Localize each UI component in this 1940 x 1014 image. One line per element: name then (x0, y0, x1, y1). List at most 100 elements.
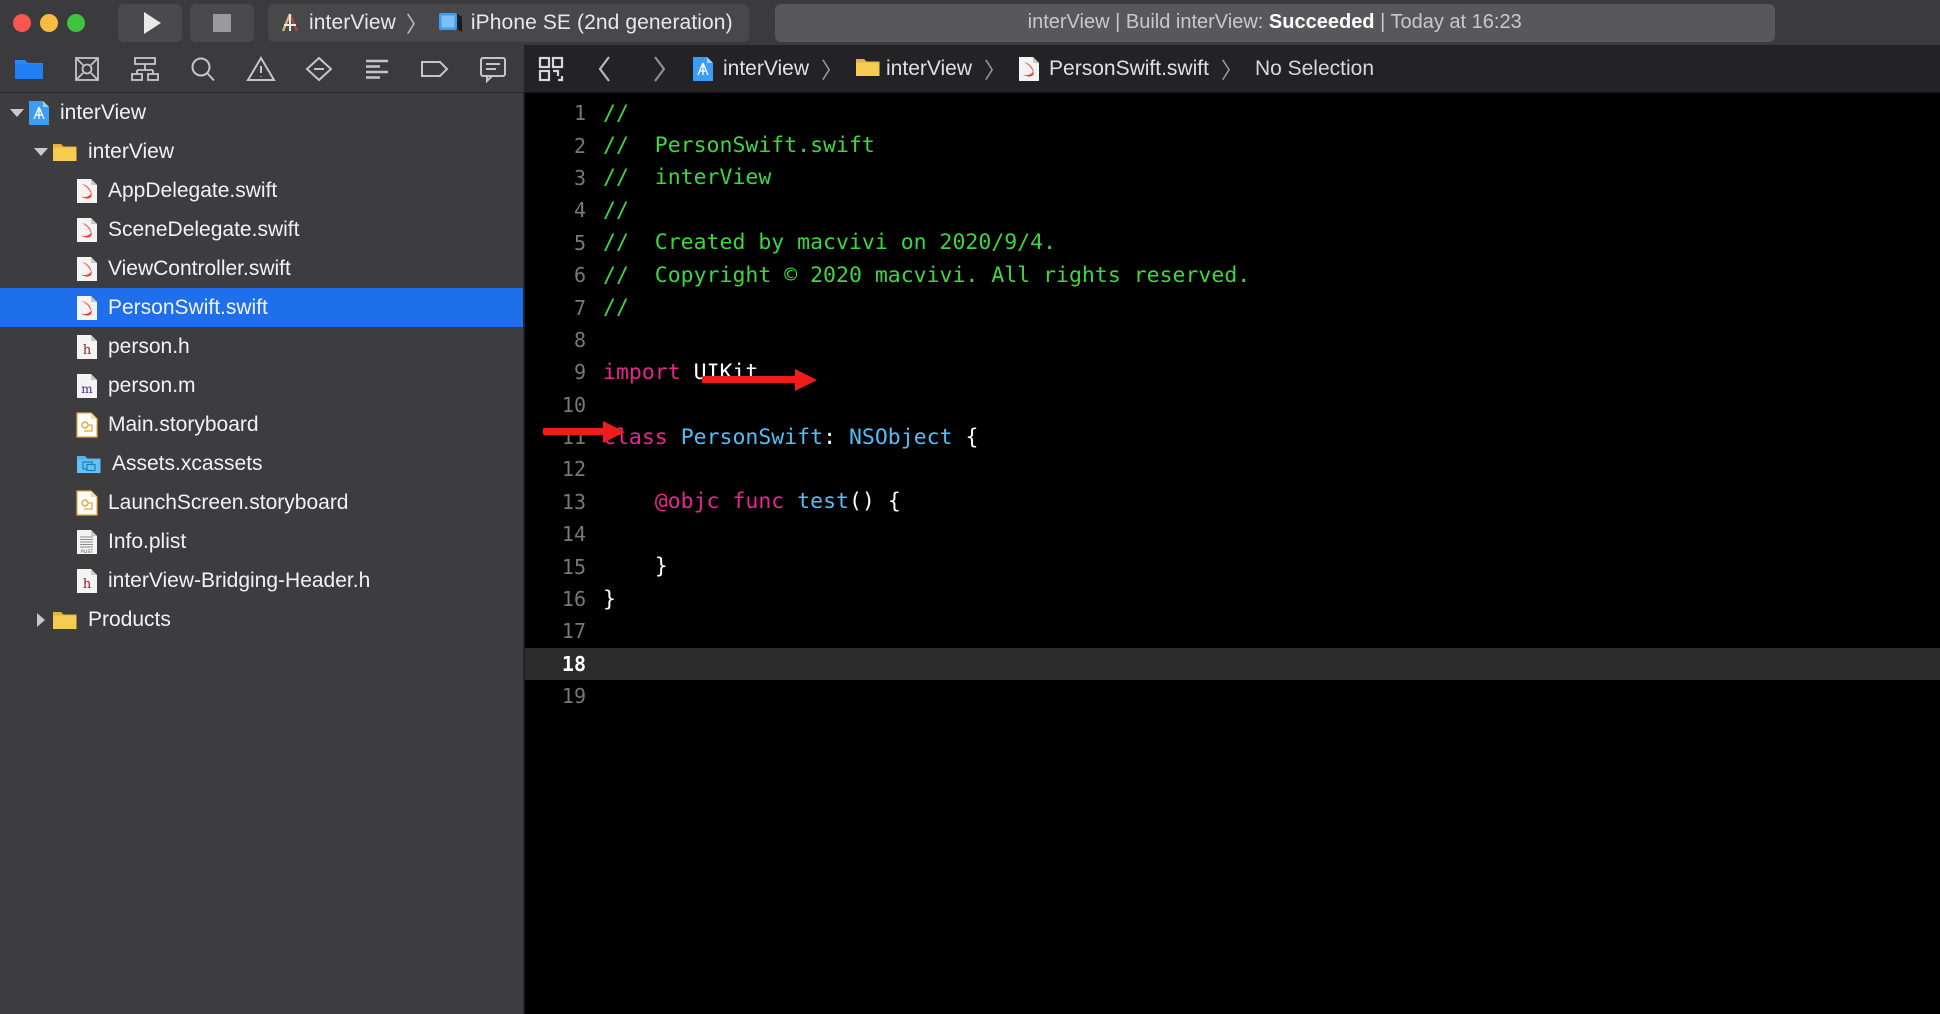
activity-status-bar[interactable]: interView | Build interView: Succeeded |… (774, 3, 1775, 42)
code-line[interactable]: 9 import UIKit (525, 356, 1940, 388)
swift-file-icon (1018, 56, 1040, 82)
line-content: // PersonSwift.swift (603, 133, 875, 159)
diamond-minus-icon (305, 56, 333, 81)
source-control-navigator-button[interactable] (58, 45, 116, 93)
symbol-navigator-button[interactable] (116, 45, 174, 93)
navigator-item-label: Info.plist (108, 529, 187, 553)
code-line[interactable]: 2 // PersonSwift.swift (525, 129, 1940, 161)
code-line[interactable]: 4 // (525, 194, 1940, 226)
navigator-row-viewcontroller[interactable]: ViewController.swift (0, 249, 523, 288)
stop-icon (213, 13, 231, 32)
editor-jump-bar: interView 〉 interView 〉 PersonSwift.swif… (524, 45, 1940, 93)
xcode-project-icon (692, 56, 714, 82)
line-content: @objc func test() { (603, 489, 901, 514)
swift-file-icon (76, 295, 98, 321)
folder-icon (855, 56, 880, 82)
close-window-button[interactable] (13, 13, 31, 32)
line-number: 19 (561, 684, 586, 709)
code-line[interactable]: 11 class PersonSwift: NSObject { (525, 421, 1940, 453)
code-area[interactable]: 1 // 2 // PersonSwift.swift 3 // interVi… (525, 93, 1940, 712)
disclosure-triangle[interactable] (30, 147, 52, 156)
line-number: 5 (573, 230, 586, 255)
navigator-row-personswift[interactable]: PersonSwift.swift (0, 288, 523, 327)
navigator-row-bridging-header[interactable]: h interView-Bridging-Header.h (0, 561, 523, 600)
code-line[interactable]: 6 // Copyright © 2020 macvivi. All right… (525, 259, 1940, 291)
navigator-row-products[interactable]: Products (0, 600, 523, 639)
code-line[interactable]: 17 (525, 615, 1940, 647)
line-number: 12 (561, 457, 586, 482)
search-icon (191, 57, 215, 81)
line-content: // (603, 100, 629, 126)
code-line[interactable]: 14 (525, 518, 1940, 550)
navigator-item-label: AppDelegate.swift (108, 178, 278, 202)
navigator-item-label: LaunchScreen.storyboard (108, 490, 349, 514)
navigator-row-launchscreen[interactable]: LaunchScreen.storyboard (0, 483, 523, 522)
navigator-item-label: ViewController.swift (108, 256, 291, 280)
status-sep-1: | (1115, 11, 1121, 33)
symbol-icon (131, 56, 159, 81)
code-line[interactable]: 1 // (525, 97, 1940, 129)
code-line[interactable]: 16 } (525, 583, 1940, 615)
status-result: Succeeded (1268, 11, 1375, 33)
code-line[interactable]: 10 (525, 389, 1940, 421)
code-line[interactable]: 8 (525, 324, 1940, 356)
breadcrumb-item-group[interactable]: interView (855, 56, 972, 82)
chevron-left-icon (598, 55, 610, 82)
disclosure-triangle[interactable] (6, 108, 28, 117)
run-button[interactable] (118, 3, 182, 42)
navigator-row-appdelegate[interactable]: AppDelegate.swift (0, 171, 523, 210)
destination-name: iPhone SE (2nd generation) (470, 10, 733, 34)
code-line[interactable]: 5 // Created by macvivi on 2020/9/4. (525, 227, 1940, 259)
breadcrumb-item-project[interactable]: interView (692, 56, 809, 82)
stop-button[interactable] (190, 3, 254, 42)
code-line[interactable]: 3 // interView (525, 162, 1940, 194)
navigator-row-project[interactable]: interView (0, 93, 523, 132)
minimize-window-button[interactable] (40, 13, 58, 32)
project-navigator-button[interactable] (0, 45, 58, 93)
find-navigator-button[interactable] (174, 45, 232, 93)
navigator-row-scenedelegate[interactable]: SceneDelegate.swift (0, 210, 523, 249)
code-line[interactable]: 15 } (525, 550, 1940, 582)
run-icon (143, 11, 161, 34)
code-line[interactable]: 19 (525, 680, 1940, 712)
navigator-item-label: interView (88, 139, 174, 163)
scheme-name: interView (309, 10, 396, 34)
zoom-window-button[interactable] (67, 13, 85, 32)
navigator-row-assets[interactable]: Assets.xcassets (0, 444, 523, 483)
go-back-button[interactable] (578, 45, 632, 93)
navigator-row-info-plist[interactable]: PLIST Info.plist (0, 522, 523, 561)
svg-text:h: h (83, 577, 92, 592)
header-file-icon: h (76, 568, 98, 594)
disclosure-triangle[interactable] (30, 612, 52, 627)
scheme-destination-selector[interactable]: interView 〉 iPhone SE (2nd generation) (268, 3, 749, 42)
navigator-item-label: PersonSwift.swift (108, 295, 268, 319)
breadcrumb-item-selection[interactable]: No Selection (1255, 57, 1374, 81)
breadcrumb-item-file[interactable]: PersonSwift.swift (1018, 56, 1209, 82)
line-number: 6 (573, 263, 586, 288)
toolbar-row: interView 〉 interView 〉 PersonSwift.swif… (0, 45, 1940, 93)
code-line[interactable]: 13 @objc func test() { (525, 486, 1940, 518)
code-line-current[interactable]: 18 (525, 647, 1940, 681)
report-navigator-button[interactable] (464, 45, 522, 93)
debug-navigator-button[interactable] (348, 45, 406, 93)
test-navigator-button[interactable] (290, 45, 348, 93)
navigator-row-main-storyboard[interactable]: Main.storyboard (0, 405, 523, 444)
source-editor[interactable]: 1 // 2 // PersonSwift.swift 3 // interVi… (525, 93, 1940, 1014)
code-line[interactable]: 7 // (525, 291, 1940, 323)
project-navigator[interactable]: interView interView AppDelegate.swift Sc… (0, 93, 524, 1014)
line-content: // Copyright © 2020 macvivi. All rights … (603, 262, 1251, 288)
related-items-button[interactable] (524, 45, 578, 93)
issue-navigator-button[interactable] (232, 45, 290, 93)
folder-icon (52, 141, 78, 163)
token-keyword: func (732, 489, 785, 515)
navigator-row-group[interactable]: interView (0, 132, 523, 171)
line-number: 15 (561, 554, 586, 579)
breadcrumb-separator-icon: 〉 (1220, 57, 1243, 83)
navigator-row-person-m[interactable]: m person.m (0, 366, 523, 405)
code-line[interactable]: 12 (525, 453, 1940, 485)
navigator-row-person-h[interactable]: h person.h (0, 327, 523, 366)
go-forward-button[interactable] (632, 45, 686, 93)
breakpoint-navigator-button[interactable] (406, 45, 464, 93)
